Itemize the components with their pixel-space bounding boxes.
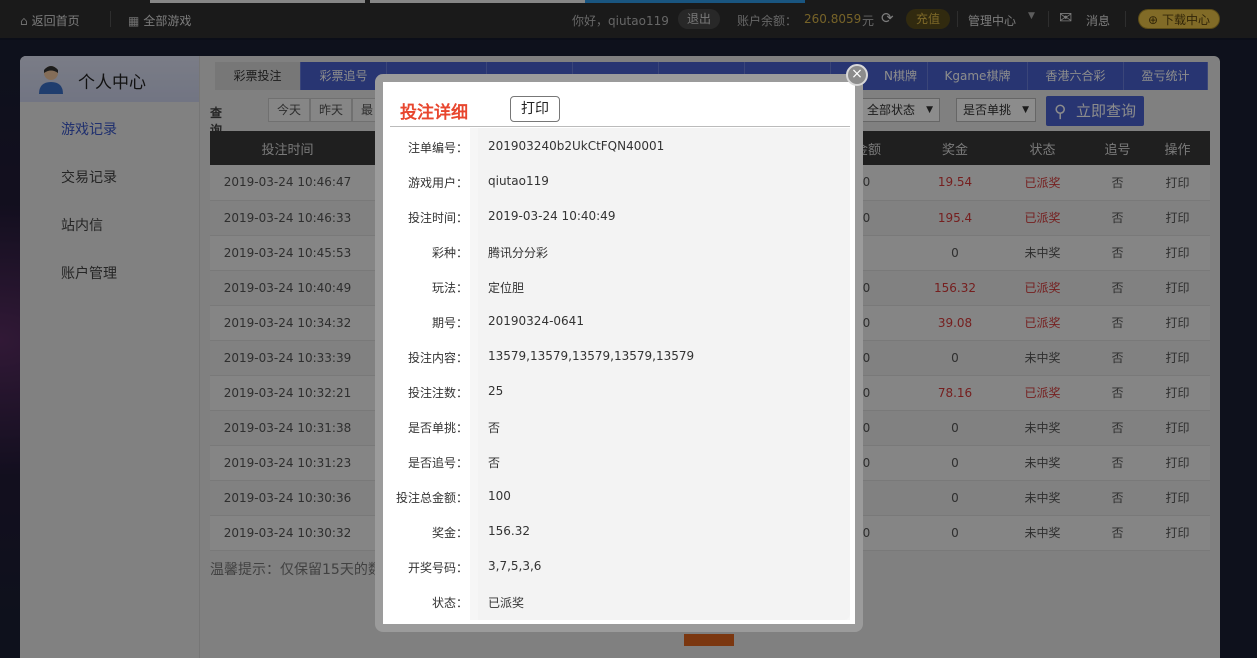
detail-row: 游戏用户： qiutao119 <box>390 163 850 198</box>
detail-row: 开奖号码： 3,7,5,3,6 <box>390 548 850 583</box>
detail-value: 201903240b2UkCtFQN40001 <box>488 139 665 153</box>
detail-label: 彩种： <box>431 246 468 260</box>
bet-detail-modal: 投注详细 打印 注单编号： 201903240b2UkCtFQN40001 游戏用户… <box>375 74 863 632</box>
detail-label: 投注总金额： <box>395 491 468 505</box>
detail-label: 状态： <box>431 596 468 610</box>
detail-label: 期号： <box>431 316 468 330</box>
detail-label: 开奖号码： <box>407 561 468 575</box>
detail-value: 3,7,5,3,6 <box>488 559 542 573</box>
detail-label: 奖金： <box>431 526 468 540</box>
detail-value: 156.32 <box>488 524 530 538</box>
detail-row: 是否单挑： 否 <box>390 408 850 443</box>
detail-value: 定位胆 <box>488 281 525 295</box>
detail-label: 是否追号： <box>407 456 468 470</box>
modal-body: 注单编号： 201903240b2UkCtFQN40001 游戏用户： qiutao1… <box>390 128 850 620</box>
detail-label: 注单编号： <box>407 141 468 155</box>
detail-row: 状态： 已派奖 <box>390 583 850 618</box>
print-button[interactable]: 打印 <box>510 96 560 122</box>
detail-label: 投注时间： <box>407 211 468 225</box>
modal-divider <box>390 126 850 127</box>
close-icon[interactable]: × <box>846 64 868 86</box>
detail-row: 彩种： 腾讯分分彩 <box>390 233 850 268</box>
detail-row: 期号： 20190324-0641 <box>390 303 850 338</box>
detail-value: 100 <box>488 489 511 503</box>
detail-value: 已派奖 <box>488 596 525 610</box>
detail-value: qiutao119 <box>488 174 549 188</box>
detail-label: 玩法： <box>431 281 468 295</box>
detail-value: 13579,13579,13579,13579,13579 <box>488 349 695 363</box>
detail-row: 奖金： 156.32 <box>390 513 850 548</box>
detail-value: 否 <box>488 421 501 435</box>
detail-row: 投注总金额： 100 <box>390 478 850 513</box>
detail-label: 投注注数： <box>407 386 468 400</box>
detail-value: 2019-03-24 10:40:49 <box>488 209 616 223</box>
detail-row: 是否追号： 否 <box>390 443 850 478</box>
detail-row: 投注时间： 2019-03-24 10:40:49 <box>390 198 850 233</box>
detail-row: 投注内容： 13579,13579,13579,13579,13579 <box>390 338 850 373</box>
detail-row: 投注注数： 25 <box>390 373 850 408</box>
detail-label: 是否单挑： <box>407 421 468 435</box>
detail-value: 否 <box>488 456 501 470</box>
detail-value: 25 <box>488 384 504 398</box>
detail-label: 游戏用户： <box>407 176 468 190</box>
modal-title: 投注详细 <box>400 103 468 123</box>
detail-row: 玩法： 定位胆 <box>390 268 850 303</box>
detail-label: 投注内容： <box>407 351 468 365</box>
detail-row: 注单编号： 201903240b2UkCtFQN40001 <box>390 128 850 163</box>
detail-value: 腾讯分分彩 <box>488 246 549 260</box>
detail-value: 20190324-0641 <box>488 314 584 328</box>
